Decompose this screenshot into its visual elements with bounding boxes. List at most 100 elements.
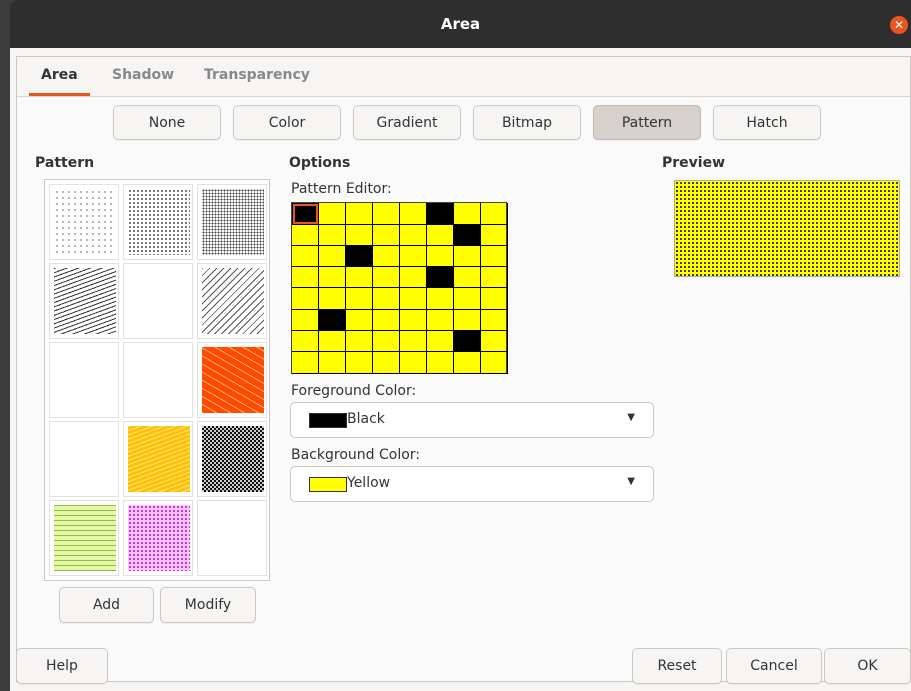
pattern-editor-cell[interactable] [346,288,373,310]
pattern-preview [674,180,900,277]
pattern-editor-cell[interactable] [427,309,454,331]
pattern-editor-cell[interactable] [319,330,346,353]
pattern-item-wave[interactable] [49,421,119,497]
pattern-editor-cell[interactable] [319,288,346,310]
pattern-editor-cell[interactable] [319,245,346,268]
ok-button[interactable]: OK [824,648,911,684]
pattern-editor-cell[interactable] [427,224,454,246]
pattern-item-wide-downward-diagonal[interactable] [49,263,119,339]
tab-transparency[interactable]: Transparency [204,67,310,83]
foreground-color-dropdown[interactable]: Black ▼ [290,402,654,438]
pattern-editor-cell[interactable] [481,309,508,331]
pattern-editor-cell[interactable] [427,330,454,353]
active-tab-indicator [29,93,90,96]
pattern-editor-cell[interactable] [319,309,346,331]
pattern-editor-cell[interactable] [454,203,481,225]
background-color-dropdown[interactable]: Yellow ▼ [290,466,654,502]
pattern-editor-cell[interactable] [346,309,373,331]
pattern-editor-cell[interactable] [346,203,373,225]
pattern-editor-cell[interactable] [373,224,400,246]
pattern-editor-cell[interactable] [373,330,400,353]
add-button[interactable]: Add [59,587,154,623]
pattern-editor-cell[interactable] [481,330,508,353]
tab-area[interactable]: Area [41,67,78,83]
pattern-editor-cell[interactable] [454,330,481,353]
fill-pattern-button[interactable]: Pattern [593,105,701,140]
pattern-editor-cell[interactable] [292,330,319,353]
pattern-editor-cell[interactable] [373,266,400,289]
pattern-item-sphere[interactable] [123,500,193,576]
tab-shadow[interactable]: Shadow [112,67,174,83]
pattern-editor-cell[interactable] [481,288,508,310]
pattern-editor-cell[interactable] [481,245,508,268]
pattern-editor-cell[interactable] [400,330,427,353]
pattern-editor-cell[interactable] [292,245,319,268]
pattern-editor-cell[interactable] [427,266,454,289]
pattern-editor-cell[interactable] [427,352,454,374]
pattern-editor-cell[interactable] [427,288,454,310]
pattern-editor-cell[interactable] [346,245,373,268]
pattern-editor-cell[interactable] [373,352,400,374]
pattern-editor-cell[interactable] [292,266,319,289]
pattern-editor-cell[interactable] [373,288,400,310]
pattern-editor-cell[interactable] [481,224,508,246]
pattern-editor-cell[interactable] [292,352,319,374]
pattern-item-checker[interactable] [197,421,267,497]
reset-button[interactable]: Reset [632,648,722,684]
pattern-editor[interactable] [291,202,508,374]
pattern-item-trellis[interactable] [197,500,267,576]
pattern-editor-cell[interactable] [454,266,481,289]
pattern-editor-cell[interactable] [454,309,481,331]
pattern-editor-cell[interactable] [481,266,508,289]
pattern-editor-cell[interactable] [400,266,427,289]
pattern-editor-cell[interactable] [454,245,481,268]
fill-hatch-button[interactable]: Hatch [713,105,821,140]
pattern-editor-cell[interactable] [454,224,481,246]
pattern-editor-cell[interactable] [427,203,454,225]
cancel-button[interactable]: Cancel [726,648,822,684]
pattern-editor-cell[interactable] [346,352,373,374]
fill-bitmap-button[interactable]: Bitmap [473,105,581,140]
fill-none-button[interactable]: None [113,105,221,140]
fill-gradient-button[interactable]: Gradient [353,105,461,140]
pattern-editor-cell[interactable] [292,288,319,310]
pattern-editor-cell[interactable] [373,203,400,225]
pattern-editor-cell[interactable] [292,203,319,225]
pattern-item-plaid[interactable] [123,421,193,497]
pattern-editor-cell[interactable] [454,288,481,310]
pattern-editor-cell[interactable] [400,224,427,246]
pattern-editor-cell[interactable] [319,352,346,374]
modify-button[interactable]: Modify [160,587,256,623]
pattern-editor-cell[interactable] [292,309,319,331]
pattern-editor-cell[interactable] [373,309,400,331]
pattern-editor-cell[interactable] [400,309,427,331]
pattern-editor-cell[interactable] [427,245,454,268]
pattern-item-horizontal-brick[interactable] [49,342,119,418]
pattern-item-20-percent[interactable] [197,184,267,260]
pattern-item-dashed-diagonal[interactable] [197,263,267,339]
pattern-editor-cell[interactable] [292,224,319,246]
pattern-item-10-percent[interactable] [123,184,193,260]
pattern-item-5-percent[interactable] [49,184,119,260]
pattern-editor-cell[interactable] [400,245,427,268]
pattern-editor-cell[interactable] [481,352,508,374]
close-icon[interactable]: ✕ [890,16,908,34]
fill-color-button[interactable]: Color [233,105,341,140]
pattern-item-small-grid[interactable] [123,263,193,339]
pattern-editor-cell[interactable] [319,266,346,289]
pattern-editor-cell[interactable] [346,266,373,289]
pattern-editor-cell[interactable] [319,224,346,246]
pattern-editor-cell[interactable] [346,330,373,353]
pattern-editor-cell[interactable] [481,203,508,225]
pattern-editor-cell[interactable] [373,245,400,268]
pattern-editor-cell[interactable] [400,203,427,225]
pattern-editor-cell[interactable] [454,352,481,374]
pattern-item-weave[interactable] [123,342,193,418]
pattern-editor-cell[interactable] [319,203,346,225]
pattern-editor-cell[interactable] [346,224,373,246]
pattern-item-shingle[interactable] [197,342,267,418]
pattern-editor-cell[interactable] [400,352,427,374]
pattern-editor-cell[interactable] [400,288,427,310]
help-button[interactable]: Help [16,648,108,684]
pattern-item-dashed-horizontal[interactable] [49,500,119,576]
